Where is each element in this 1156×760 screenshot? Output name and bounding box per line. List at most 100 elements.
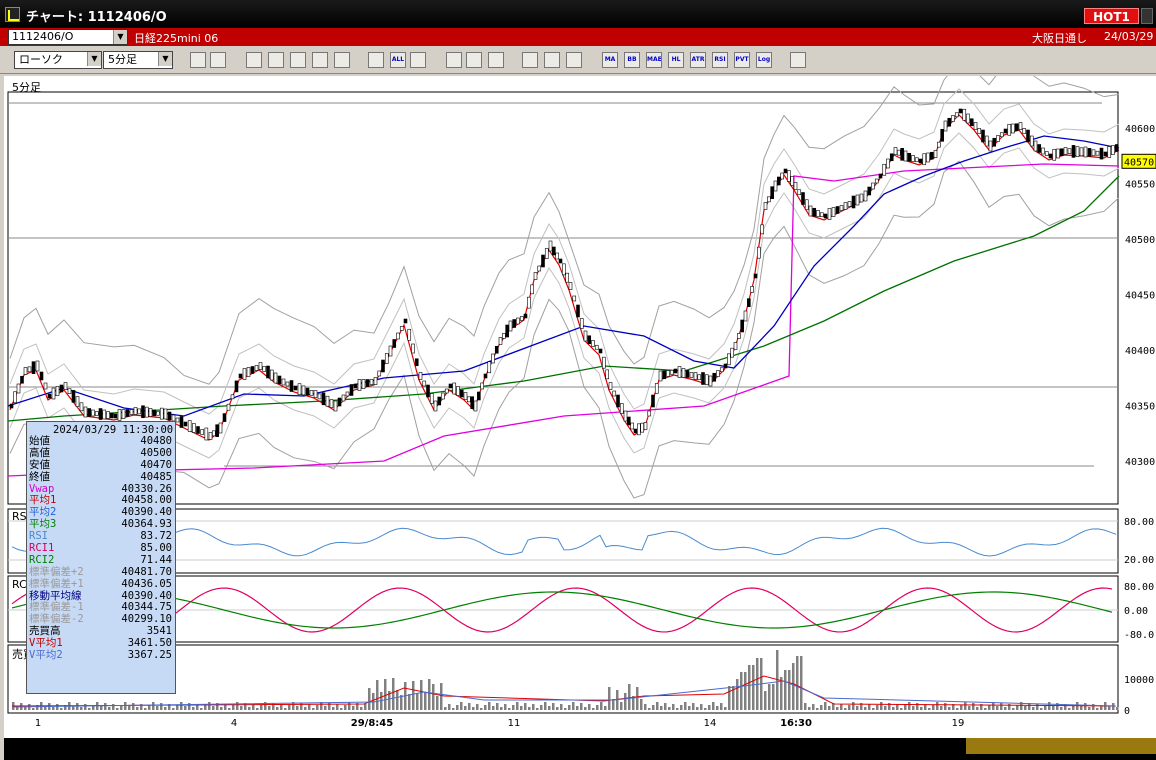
candle (750, 286, 754, 293)
volume-bar (520, 706, 523, 710)
candle (422, 380, 427, 387)
chevron-down-icon[interactable]: ▼ (87, 52, 101, 66)
price-tick-label: 40500 (1125, 235, 1155, 246)
toolbar-lines-button[interactable] (268, 52, 284, 68)
toolbar-stats-button[interactable] (566, 52, 582, 68)
candle (969, 118, 974, 127)
interval-select[interactable]: 5分足 ▼ (103, 51, 173, 69)
toolbar-ma-button[interactable]: MA (602, 52, 618, 68)
toolbar-add-button[interactable] (334, 52, 350, 68)
volume-bar (400, 695, 403, 710)
symbol-select[interactable]: 1112406/O ▼ (8, 29, 128, 45)
volume-bar (492, 706, 495, 710)
candle (200, 429, 204, 435)
candle (793, 182, 798, 190)
info-key: 安値 (29, 458, 50, 471)
candle (598, 348, 603, 354)
candle (152, 409, 157, 417)
candle (831, 207, 836, 217)
candle (230, 394, 235, 400)
toolbar-pvt-button[interactable]: PVT (734, 52, 750, 68)
chart-scrollbar[interactable] (4, 738, 1156, 760)
toolbar-atr-button[interactable]: ATR (690, 52, 706, 68)
volume-bar (900, 708, 903, 710)
candle (1079, 147, 1084, 157)
scrollbar-thumb[interactable] (966, 738, 1156, 754)
candle (456, 386, 460, 396)
candle (321, 392, 326, 406)
candle (1014, 123, 1019, 132)
candle (98, 408, 103, 420)
toolbar-drawing-button[interactable] (246, 52, 262, 68)
volume-bar (852, 702, 855, 710)
volume-bar (532, 704, 535, 710)
candle (851, 195, 856, 209)
volume-bar (956, 708, 959, 710)
candle (1075, 146, 1080, 157)
volume-bar (660, 706, 663, 710)
volume-bar (800, 656, 803, 710)
candle (673, 368, 678, 374)
candle (558, 258, 563, 264)
toolbar-tools-button[interactable] (488, 52, 504, 68)
hot-button[interactable]: HOT1 (1084, 8, 1139, 24)
volume-bar (536, 708, 539, 710)
volume-bar (220, 707, 223, 710)
volume-bar (856, 706, 859, 710)
volume-bar (584, 707, 587, 710)
chart-canvas[interactable]: 5分足RSIRCI売買高4060040550405004045040400403… (4, 76, 1156, 740)
volume-bar (284, 708, 287, 710)
chart-type-select[interactable]: ローソク ▼ (14, 51, 102, 69)
volume-bar (968, 706, 971, 710)
volume-bar (88, 708, 91, 710)
volume-bar (508, 708, 511, 710)
candle (804, 199, 809, 211)
toolbar-hl-button[interactable]: HL (668, 52, 684, 68)
candle (874, 178, 879, 184)
volume-bar (172, 708, 175, 710)
chevron-down-icon[interactable]: ▼ (158, 52, 172, 66)
x-axis-label: 1 (35, 718, 41, 729)
toolbar-draw-button[interactable] (210, 52, 226, 68)
toolbar-arrow-button[interactable] (466, 52, 482, 68)
candle (926, 152, 930, 163)
window-close-button[interactable] (1141, 8, 1153, 24)
toolbar-settings-button[interactable] (522, 52, 538, 68)
candle (117, 409, 122, 421)
toolbar-color-button[interactable] (544, 52, 560, 68)
toolbar-all-button[interactable]: ALL (390, 52, 406, 68)
candle (871, 182, 875, 190)
candle (437, 396, 442, 406)
toolbar-remove-button[interactable] (368, 52, 384, 68)
candle (533, 272, 538, 280)
toolbar-bb-button[interactable]: BB (624, 52, 640, 68)
toolbar-price-button[interactable] (290, 52, 306, 68)
candle (730, 347, 734, 358)
candle (167, 411, 172, 421)
volume-bar (836, 707, 839, 710)
candle (505, 324, 509, 338)
candle (907, 152, 912, 162)
candle (285, 381, 290, 387)
toolbar-rsi-button[interactable]: RSI (712, 52, 728, 68)
toolbar-cursor-button[interactable] (446, 52, 462, 68)
candle (254, 365, 259, 371)
volume-bar (932, 705, 935, 710)
toolbar-mae-button[interactable]: MAE (646, 52, 662, 68)
volume-bar (108, 707, 111, 710)
toolbar-compare-button[interactable] (312, 52, 328, 68)
volume-bar (304, 707, 307, 710)
volume-bar (384, 679, 387, 710)
candle (349, 384, 354, 396)
toolbar-log-button[interactable]: Log (756, 52, 772, 68)
candle (954, 112, 959, 118)
toolbar-export-button[interactable] (790, 52, 806, 68)
volume-bar (348, 702, 351, 710)
rci-tick-label: 0.00 (1124, 606, 1148, 617)
chevron-down-icon[interactable]: ▼ (113, 30, 127, 44)
toolbar-pen-button[interactable] (410, 52, 426, 68)
candle (823, 213, 828, 219)
toolbar-zoom-button[interactable] (190, 52, 206, 68)
candle (234, 380, 239, 393)
candle (345, 391, 350, 397)
